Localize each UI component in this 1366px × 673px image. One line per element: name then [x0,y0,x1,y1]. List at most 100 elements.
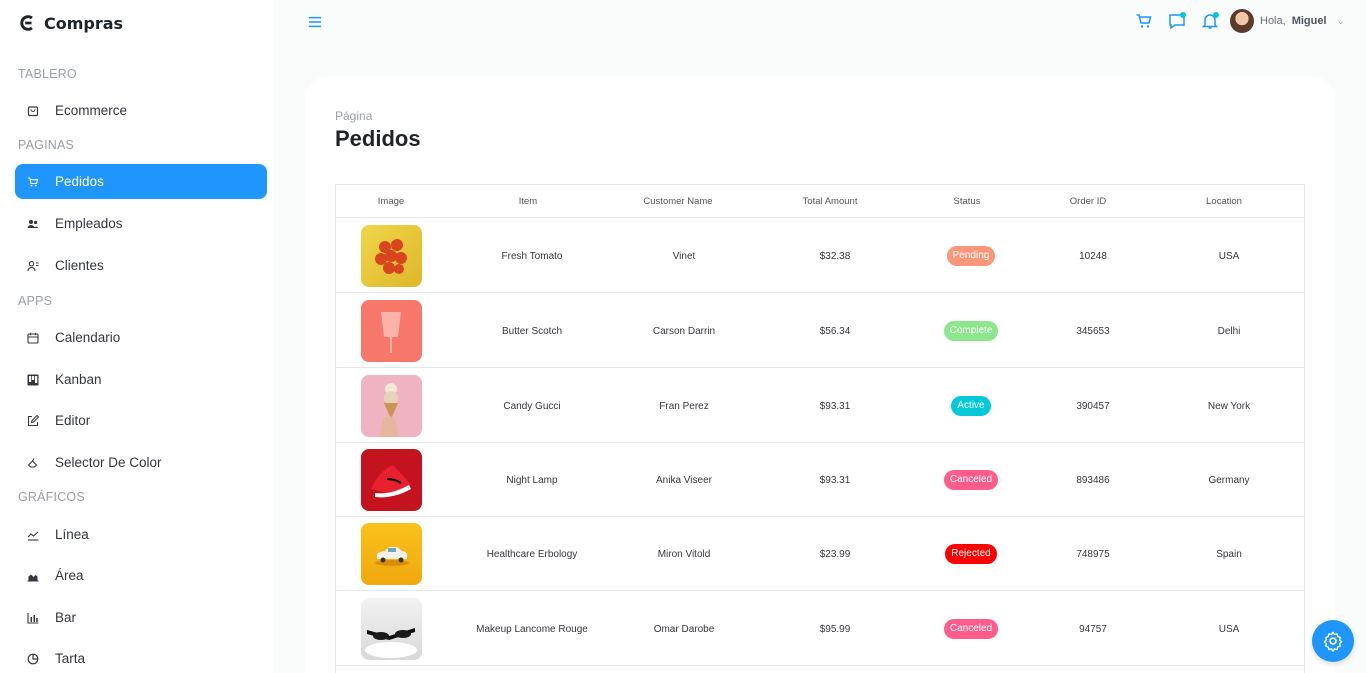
menu-toggle-button[interactable] [307,14,323,30]
item-cell: Healthcare Erbology [486,548,578,560]
table-row[interactable]: Fresh Tomato Vinet $32.38 Pending 10248 … [336,219,1304,293]
user-name: Miguel [1291,15,1327,27]
shopping-bag-icon [27,105,39,117]
sidebar-item-area[interactable]: Área [15,558,267,593]
sidebar-item-bar[interactable]: Bar [15,600,267,635]
table-row[interactable]: Healthcare Erbology Miron Vitold $23.99 … [336,517,1304,591]
amount-cell: $23.99 [819,548,851,560]
status-badge: Canceled [943,470,999,490]
sidebar-item-label: Editor [55,413,91,428]
sidebar-item-editor[interactable]: Editor [15,403,267,438]
sidebar-item-clientes[interactable]: Clientes [15,248,267,283]
column-header-order-id[interactable]: Order ID [1020,196,1156,207]
sidebar-item-calendario[interactable]: Calendario [15,320,267,355]
amount-cell: $93.31 [819,400,851,412]
item-cell: Fresh Tomato [501,250,563,262]
sidebar-item-label: Empleados [55,216,123,231]
sidebar-item-label: Línea [55,527,89,542]
page-title: Pedidos [335,126,421,151]
section-tablero: TABLERO [18,67,77,81]
item-cell: Night Lamp [506,474,558,486]
location-cell: USA [1218,250,1240,262]
avatar [1230,9,1254,33]
customer-cell: Anika Viseer [656,474,712,486]
table-row[interactable]: Makeup Lancome Rouge Omar Darobe $95.99 … [336,592,1304,666]
cart-button[interactable] [1133,10,1155,32]
user-greeting: Hola, [1260,15,1286,27]
table-row[interactable]: Night Lamp Anika Viseer $93.31 Canceled … [336,443,1304,517]
chevron-down-icon: ⌄ [1336,15,1345,27]
notification-button[interactable] [1199,10,1221,32]
user-menu[interactable]: Hola, Miguel ⌄ [1230,9,1345,33]
item-cell: Makeup Lancome Rouge [476,623,588,635]
item-cell: Candy Gucci [503,400,561,412]
table-row[interactable]: Candy Gucci Fran Perez $93.31 Active 390… [336,369,1304,443]
chat-button[interactable] [1166,10,1188,32]
column-header-customer[interactable]: Customer Name [610,196,746,207]
chat-notification-dot [1180,12,1186,18]
sidebar-item-pedidos[interactable]: Pedidos [15,164,267,199]
calendar-icon [27,332,39,344]
product-image-sunglasses [360,598,422,660]
table-row[interactable]: Butter Scotch Carson Darrin $56.34 Compl… [336,294,1304,368]
brand[interactable]: Compras [18,12,123,34]
column-header-item[interactable]: Item [446,196,610,207]
employees-icon [27,218,39,230]
shopify-like-logo-icon [20,15,33,31]
sidebar-item-linea[interactable]: Línea [15,517,267,552]
item-cell: Butter Scotch [501,325,563,337]
edit-icon [27,414,39,427]
table-header: Image Item Customer Name Total Amount St… [336,185,1304,218]
location-cell: Spain [1216,548,1242,560]
sidebar: Compras TABLERO Ecommerce PAGINAS Pedido… [0,0,273,673]
sidebar-item-label: Bar [55,610,77,625]
location-cell: Delhi [1217,325,1241,337]
product-image-drink [360,300,422,362]
sidebar-item-label: Pedidos [55,174,104,189]
customers-icon [27,260,39,272]
product-image-sneaker [360,449,422,511]
status-badge: Pending [946,246,996,266]
sidebar-item-kanban[interactable]: Kanban [15,362,267,397]
status-badge: Active [951,396,991,416]
settings-button[interactable] [1312,620,1354,662]
amount-cell: $93.31 [819,474,851,486]
breadcrumb: Página [335,109,373,123]
sidebar-item-label: Clientes [55,258,104,273]
column-header-image[interactable]: Image [336,196,446,207]
sidebar-item-label: Ecommerce [55,103,128,118]
status-badge: Complete [943,321,999,341]
column-header-total[interactable]: Total Amount [746,196,914,207]
order-id-cell: 10248 [1079,250,1107,262]
column-header-status[interactable]: Status [914,196,1020,207]
sidebar-item-label: Calendario [55,330,121,345]
sidebar-item-label: Kanban [55,372,102,387]
column-header-location[interactable]: Location [1156,196,1292,207]
location-cell: USA [1218,623,1240,635]
sidebar-item-empleados[interactable]: Empleados [15,206,267,241]
area-chart-icon [27,570,39,582]
cart-icon [1136,14,1152,28]
cart-icon [27,176,39,188]
sidebar-item-label: Tarta [55,651,86,666]
order-id-cell: 390457 [1076,400,1110,412]
order-id-cell: 748975 [1076,548,1110,560]
amount-cell: $56.34 [819,325,851,337]
status-badge: Canceled [943,619,999,639]
line-chart-icon [27,529,39,541]
sidebar-item-label: Área [55,568,84,583]
order-id-cell: 345653 [1076,325,1110,337]
location-cell: New York [1207,400,1251,412]
brand-title: Compras [44,13,124,33]
color-picker-icon [27,457,39,469]
sidebar-item-tarta[interactable]: Tarta [15,641,267,673]
sidebar-item-ecommerce[interactable]: Ecommerce [15,93,267,128]
order-id-cell: 94757 [1079,623,1107,635]
pie-chart-icon [27,653,39,665]
product-image-icecream [360,375,422,437]
amount-cell: $95.99 [819,623,851,635]
order-id-cell: 893486 [1076,474,1110,486]
customer-cell: Fran Perez [659,400,709,412]
sidebar-item-selector-de-color[interactable]: Selector De Color [15,445,267,480]
sidebar-item-label: Selector De Color [55,455,162,470]
